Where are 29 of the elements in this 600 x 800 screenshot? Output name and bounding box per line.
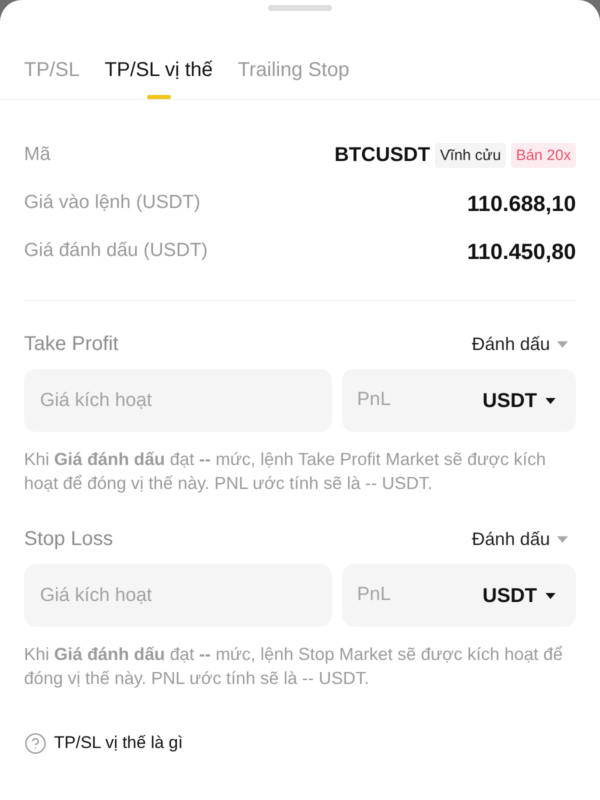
trigger-note: Khi Giá đánh dấu đạt -- mức, lệnh Stop Market sẽ được kích hoạt để đóng vị thế này. PNL ước tính sẽ là -- USDT.	[24, 643, 564, 690]
position-side-tag: Bán 20x	[510, 142, 576, 168]
caret-icon	[557, 536, 568, 542]
trigger-type-dropdown[interactable]: Đánh dấu	[472, 330, 576, 358]
price-value: 110.450,80	[467, 238, 576, 266]
unit-dropdown[interactable]: USDT	[482, 580, 556, 610]
pnl-field[interactable]: PnL USDT	[342, 369, 576, 432]
market-type-tag: Vĩnh cửu	[435, 142, 506, 168]
trigger-price-field[interactable]: Giá kích hoạt	[24, 369, 332, 432]
pnl-field[interactable]: PnL USDT	[342, 564, 576, 627]
price-value: 110.688,10	[467, 190, 576, 218]
field-label: Giá vào lệnh (USDT)	[24, 190, 200, 215]
trigger-type-dropdown[interactable]: Đánh dấu	[472, 526, 576, 552]
active-tab-indicator	[146, 95, 171, 99]
field-label: Mã	[24, 142, 50, 167]
caret-icon	[557, 340, 568, 348]
unit-dropdown[interactable]: USDT	[482, 386, 556, 416]
trigger-price-field[interactable]: Giá kích hoạt	[24, 564, 332, 627]
trigger-note: Khi Giá đánh dấu đạt -- mức, lệnh Take Profit Market sẽ được kích hoạt để đóng vị thế này. PNL ước tính sẽ là -- USDT.	[24, 448, 547, 495]
help-link[interactable]: TP/SL vị thế là gì	[24, 731, 183, 755]
caret-icon	[545, 398, 556, 404]
section-title: Stop Loss	[24, 527, 113, 552]
tab[interactable]: TP/SL vị thế	[104, 56, 213, 99]
section-title: Take Profit	[24, 332, 118, 357]
field-label: Giá đánh dấu (USDT)	[24, 238, 208, 263]
drag-handle[interactable]	[268, 5, 332, 11]
caret-icon	[545, 592, 556, 598]
help-icon	[24, 732, 47, 754]
symbol-name: BTCUSDT	[334, 143, 430, 168]
